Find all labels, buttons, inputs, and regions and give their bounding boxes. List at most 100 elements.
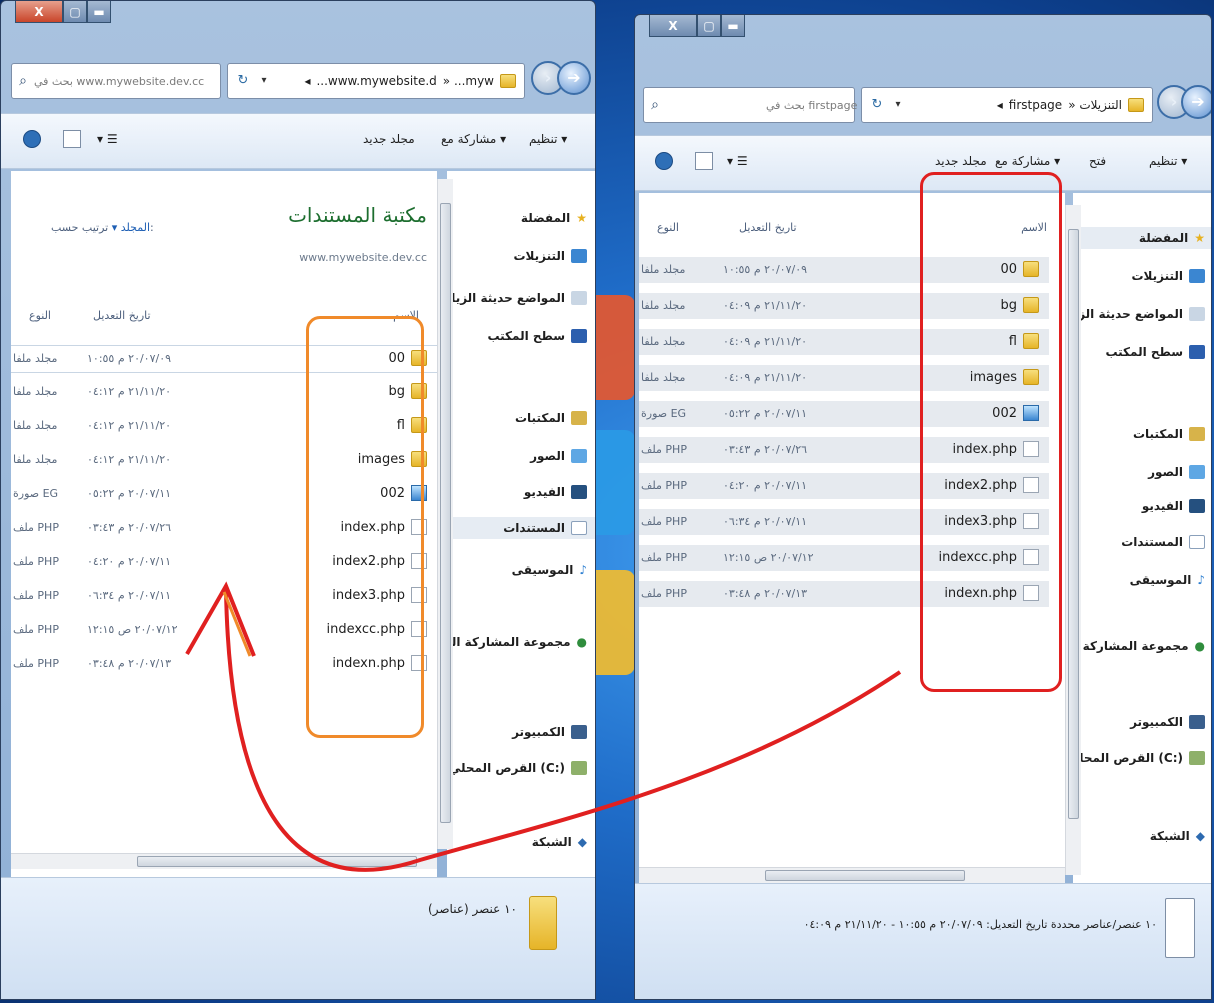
- view-dropdown[interactable]: ▾ ☰: [97, 132, 118, 146]
- file-date-modified: ٢٠/٠٧/١١ م ٠٤:٢٠: [87, 555, 172, 568]
- nav-music[interactable]: الموسيقى ♪: [1130, 573, 1205, 587]
- close-button[interactable]: X: [649, 15, 697, 37]
- status-file-icon: [1165, 898, 1195, 958]
- horizontal-scrollbar[interactable]: [11, 853, 437, 869]
- new-folder-button[interactable]: مجلد جديد: [363, 132, 415, 146]
- nav-recent-places[interactable]: المواضع حديثة الزيا: [451, 291, 587, 305]
- column-date-modified[interactable]: تاريخ التعديل: [739, 221, 797, 234]
- search-input[interactable]: بحث في www.mywebsite.dev.cc: [34, 75, 204, 88]
- file-type: مجلد ملفا: [13, 352, 58, 365]
- homegroup-icon: ●: [1194, 639, 1205, 653]
- maximize-button[interactable]: ▢: [697, 15, 721, 37]
- nav-pictures[interactable]: الصور: [530, 449, 587, 463]
- scroll-thumb[interactable]: [440, 203, 451, 823]
- library-title: مكتبة المستندات: [288, 203, 427, 227]
- nav-favorites[interactable]: المفضلة ★: [1073, 227, 1211, 249]
- nav-network[interactable]: الشبكة ◆: [1150, 829, 1205, 843]
- breadcrumb-chevron[interactable]: ◂: [997, 98, 1003, 112]
- help-icon[interactable]: [655, 152, 673, 170]
- vertical-scrollbar[interactable]: [1065, 205, 1081, 875]
- minimize-button[interactable]: ▬: [87, 1, 111, 23]
- documents-icon: [1189, 535, 1205, 549]
- file-type: مجلد ملفا: [13, 453, 58, 466]
- nav-local-disk[interactable]: القرص المحلي (C:): [449, 761, 587, 775]
- back-button[interactable]: ➔: [1181, 85, 1211, 119]
- horizontal-scrollbar[interactable]: [639, 867, 1065, 883]
- file-type: مجلد ملفا: [13, 419, 58, 432]
- file-date-modified: ٢٠/٠٧/٠٩ م ١٠:٥٥: [87, 352, 172, 365]
- homegroup-icon: ●: [576, 635, 587, 649]
- nav-libraries[interactable]: المكتبات: [515, 411, 587, 425]
- nav-documents[interactable]: المستندات: [447, 517, 595, 539]
- column-type[interactable]: النوع: [657, 221, 679, 234]
- history-dropdown[interactable]: ▾: [256, 70, 272, 92]
- minimize-button[interactable]: ▬: [721, 15, 745, 37]
- recent-places-icon: [571, 291, 587, 305]
- file-date-modified: ٢٠/٠٧/١١ م ٠٦:٣٤: [87, 589, 172, 602]
- organize-button[interactable]: تنظيم ▾: [1149, 154, 1187, 168]
- open-button[interactable]: فتح: [1089, 154, 1106, 168]
- nav-recent-places[interactable]: المواضع حديثة الزيا: [1069, 307, 1205, 321]
- refresh-icon[interactable]: ↻: [866, 94, 888, 116]
- nav-downloads[interactable]: التنزيلات: [513, 249, 587, 263]
- file-date-modified: ٢١/١١/٢٠ م ٠٤:١٢: [87, 385, 172, 398]
- search-input[interactable]: بحث في firstpage: [766, 99, 857, 112]
- status-text: ١٠ عنصر (عناصر): [428, 902, 517, 916]
- nav-desktop[interactable]: سطح المكتب: [1105, 345, 1205, 359]
- preview-pane-icon[interactable]: [63, 130, 81, 148]
- column-date-modified[interactable]: تاريخ التعديل: [93, 309, 151, 322]
- share-with-button[interactable]: مشاركة مع ▾: [995, 154, 1060, 168]
- file-date-modified: ٢١/١١/٢٠ م ٠٤:١٢: [87, 419, 172, 432]
- breadcrumb-chevron[interactable]: ◂: [304, 74, 310, 88]
- search-box[interactable]: ⌕ بحث في www.mywebsite.dev.cc: [11, 63, 221, 99]
- breadcrumb-item[interactable]: » التنزيلات: [1068, 98, 1122, 112]
- file-date-modified: ٢٠/٠٧/١٢ ص ١٢:١٥: [87, 623, 178, 636]
- nav-libraries[interactable]: المكتبات: [1133, 427, 1205, 441]
- preview-pane-icon[interactable]: [695, 152, 713, 170]
- refresh-icon[interactable]: ↻: [232, 70, 254, 92]
- arrange-by[interactable]: المجلد ▾ ترتيب حسب:: [51, 221, 154, 234]
- breadcrumb-item[interactable]: ...www.mywebsite.d: [316, 74, 436, 88]
- search-icon: ⌕: [19, 73, 27, 89]
- breadcrumb-item[interactable]: firstpage: [1009, 98, 1062, 112]
- nav-videos[interactable]: الفيديو: [524, 485, 587, 499]
- nav-computer[interactable]: الكمبيوتر: [512, 725, 587, 739]
- nav-scrollbar[interactable]: [437, 179, 453, 849]
- organize-button[interactable]: تنظيم ▾: [529, 132, 567, 146]
- nav-network[interactable]: الشبكة ◆: [532, 835, 587, 849]
- nav-local-disk[interactable]: القرص المحلي (C:): [1067, 751, 1205, 765]
- folder-icon: [1128, 98, 1144, 112]
- nav-documents[interactable]: المستندات: [1121, 535, 1205, 549]
- breadcrumb-item[interactable]: » ...myw: [443, 74, 494, 88]
- new-folder-button[interactable]: مجلد جديد: [935, 154, 987, 168]
- view-dropdown[interactable]: ▾ ☰: [727, 154, 748, 168]
- column-type[interactable]: النوع: [29, 309, 51, 322]
- scroll-thumb[interactable]: [765, 870, 965, 881]
- file-date-modified: ٢٠/٠٧/١٣ م ٠٣:٤٨: [723, 587, 808, 600]
- arrange-by-value[interactable]: المجلد ▾: [112, 221, 150, 234]
- title-bar[interactable]: X ▢ ▬: [635, 15, 1211, 59]
- share-with-button[interactable]: مشاركة مع ▾: [441, 132, 506, 146]
- nav-computer[interactable]: الكمبيوتر: [1130, 715, 1205, 729]
- maximize-button[interactable]: ▢: [63, 1, 87, 23]
- help-icon[interactable]: [23, 130, 41, 148]
- nav-desktop[interactable]: سطح المكتب: [487, 329, 587, 343]
- star-icon: ★: [1194, 231, 1205, 245]
- search-box[interactable]: ⌕ بحث في firstpage: [643, 87, 857, 123]
- scroll-thumb[interactable]: [137, 856, 417, 867]
- nav-downloads[interactable]: التنزيلات: [1131, 269, 1205, 283]
- nav-videos[interactable]: الفيديو: [1142, 499, 1205, 513]
- nav-homegroup[interactable]: مجموعة المشاركة المنـ ●: [435, 635, 587, 649]
- address-bar[interactable]: ↻ ▾ ◂ ...www.mywebsite.d » ...myw: [227, 63, 525, 99]
- close-button[interactable]: X: [15, 1, 63, 23]
- title-bar[interactable]: X ▢ ▬: [1, 1, 595, 45]
- scroll-thumb[interactable]: [1068, 229, 1079, 819]
- nav-pictures[interactable]: الصور: [1148, 465, 1205, 479]
- nav-favorites[interactable]: المفضلة ★: [521, 211, 587, 225]
- videos-icon: [1189, 499, 1205, 513]
- address-bar[interactable]: ↻ ▾ ◂ firstpage » التنزيلات: [861, 87, 1153, 123]
- back-button[interactable]: ➔: [557, 61, 591, 95]
- nav-music[interactable]: الموسيقى ♪: [512, 563, 587, 577]
- history-dropdown[interactable]: ▾: [890, 94, 906, 116]
- details-pane: ١٠ عنصر/عناصر محددة تاريخ التعديل: ٢٠/٠٧…: [635, 883, 1211, 999]
